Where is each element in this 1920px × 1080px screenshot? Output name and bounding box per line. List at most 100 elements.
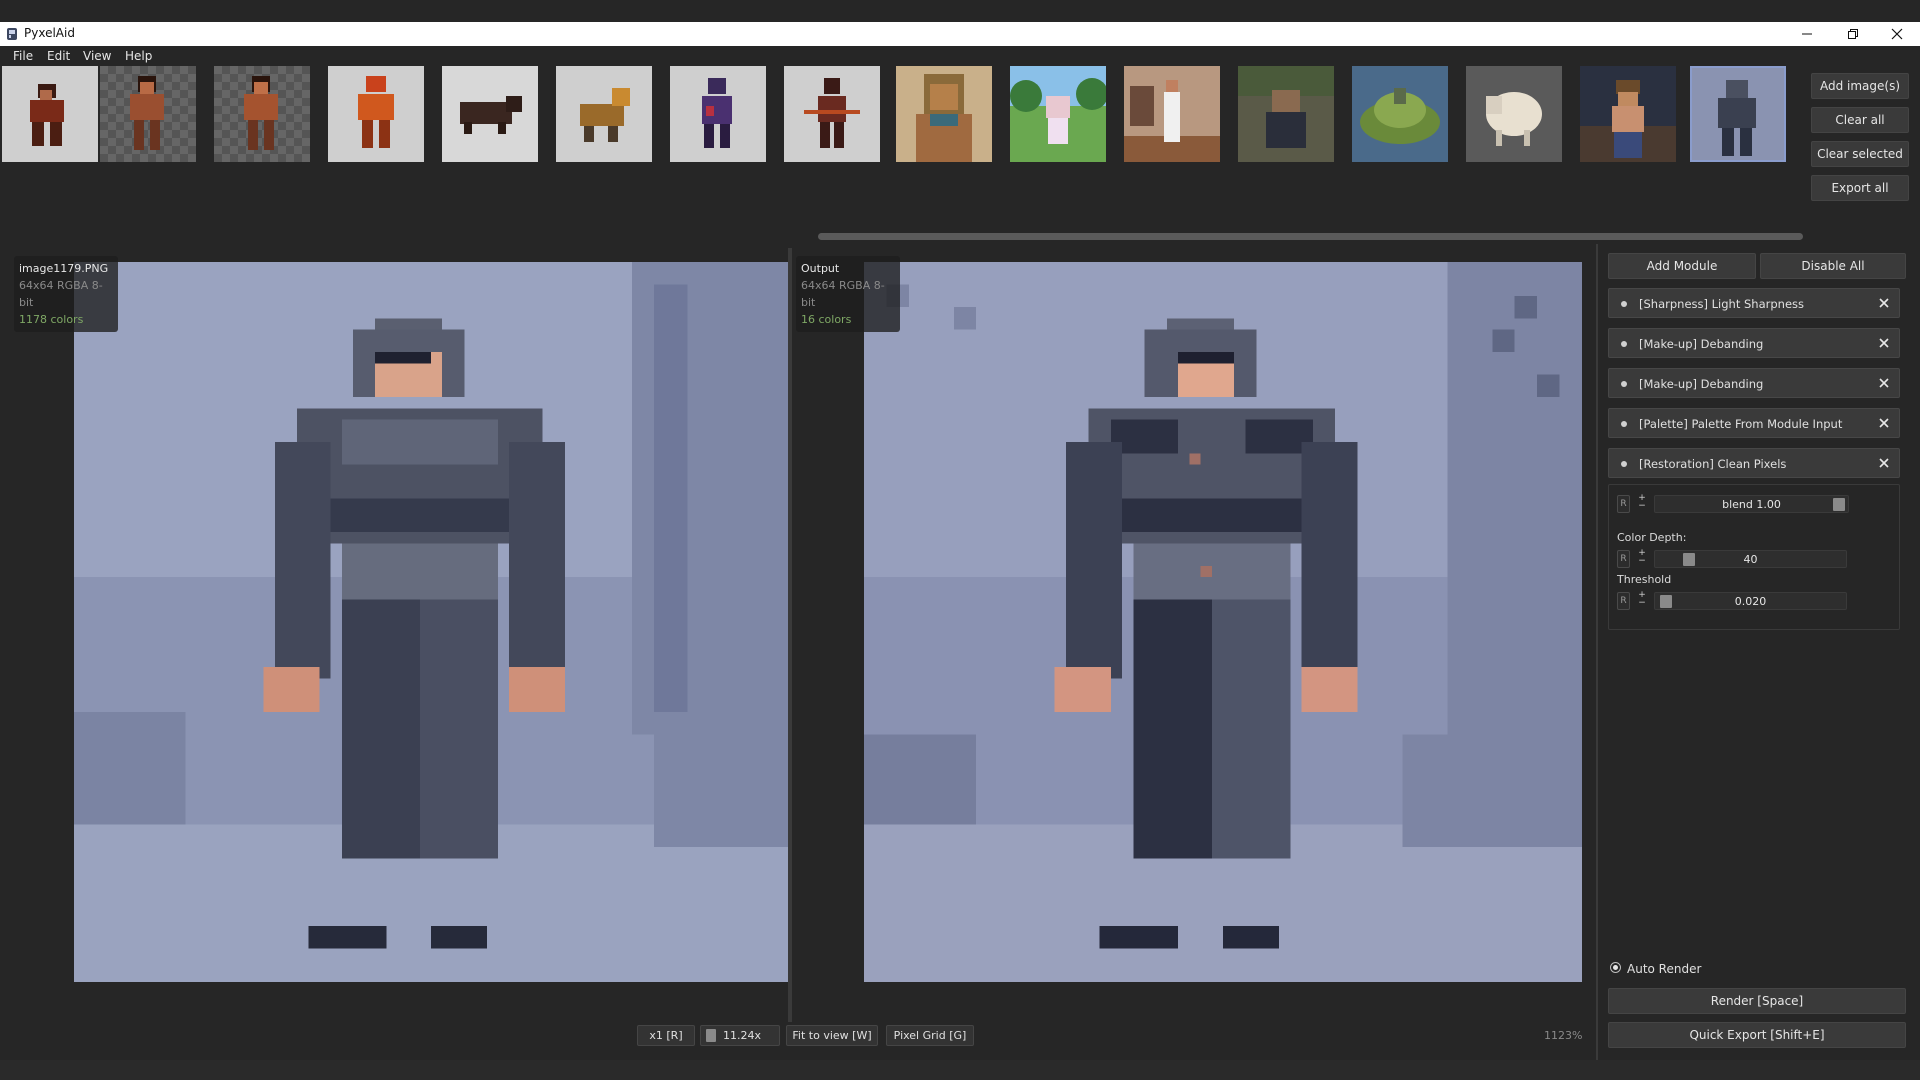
- input-filename: image1179.PNG: [19, 262, 109, 275]
- thumbnail-9[interactable]: [896, 66, 992, 162]
- module-status-dot[interactable]: [1621, 461, 1627, 467]
- auto-render-radio[interactable]: [1610, 962, 1621, 973]
- blend-reset-button[interactable]: R: [1617, 495, 1630, 513]
- input-image-render: [74, 262, 788, 982]
- module-label: [Sharpness] Light Sharpness: [1639, 297, 1805, 311]
- menu-edit[interactable]: Edit: [47, 49, 70, 63]
- threshold-reset-button[interactable]: R: [1617, 592, 1630, 610]
- add-module-button[interactable]: Add Module: [1608, 253, 1756, 279]
- input-image-canvas[interactable]: [74, 262, 788, 982]
- thumbnail-image: [1690, 66, 1786, 162]
- clear-selected-button[interactable]: Clear selected: [1811, 141, 1909, 167]
- viewer-split-handle[interactable]: [788, 248, 792, 1022]
- thumbnail-2[interactable]: [100, 66, 196, 162]
- thumbnail-5[interactable]: [442, 66, 538, 162]
- remove-module-icon[interactable]: [1877, 296, 1891, 310]
- module-label: [Make-up] Debanding: [1639, 337, 1764, 351]
- module-label: [Restoration] Clean Pixels: [1639, 457, 1787, 471]
- panel-divider: [1596, 244, 1598, 1064]
- pixel-grid-button[interactable]: Pixel Grid [G]: [886, 1025, 974, 1046]
- thumbnail-1[interactable]: [2, 66, 98, 162]
- zoom-slider[interactable]: 11.24x: [700, 1025, 780, 1046]
- module-status-dot[interactable]: [1621, 341, 1627, 347]
- thumbnail-strip[interactable]: [0, 66, 1800, 162]
- menu-view[interactable]: View: [83, 49, 111, 63]
- thumbnail-12[interactable]: [1238, 66, 1334, 162]
- thumbnail-sprite: [2, 66, 98, 162]
- threshold-stepper[interactable]: + −: [1636, 591, 1648, 609]
- close-window-button[interactable]: [1874, 22, 1920, 46]
- color-depth-reset-button[interactable]: R: [1617, 550, 1630, 568]
- module-item[interactable]: [Palette] Palette From Module Input: [1608, 408, 1900, 438]
- thumbnail-15[interactable]: [1580, 66, 1676, 162]
- color-depth-slider[interactable]: 40: [1654, 550, 1847, 568]
- thumbnail-sprite: [328, 66, 424, 162]
- module-item[interactable]: [Make-up] Debanding: [1608, 328, 1900, 358]
- color-depth-stepper[interactable]: + −: [1636, 549, 1648, 567]
- thumbnail-7[interactable]: [670, 66, 766, 162]
- module-item[interactable]: [Restoration] Clean Pixels: [1608, 448, 1900, 478]
- input-color-count: 1178 colors: [19, 313, 84, 326]
- remove-module-icon[interactable]: [1877, 376, 1891, 390]
- add-images-button[interactable]: Add image(s): [1811, 73, 1909, 99]
- output-label: Output: [801, 262, 840, 275]
- scale-x1-button[interactable]: x1 [R]: [637, 1025, 695, 1046]
- thumbnail-sprite: [784, 66, 880, 162]
- zoom-percent: 1123%: [1544, 1029, 1583, 1042]
- thumbnail-4[interactable]: [328, 66, 424, 162]
- module-item[interactable]: [Sharpness] Light Sharpness: [1608, 288, 1900, 318]
- thumbnail-6[interactable]: [556, 66, 652, 162]
- thumbnail-image: [1352, 66, 1448, 162]
- output-image-canvas[interactable]: [864, 262, 1582, 982]
- thumbnail-sprite: [244, 76, 278, 150]
- thumbnail-image: [1580, 66, 1676, 162]
- thumbnail-scrollbar-thumb[interactable]: [818, 233, 1803, 240]
- thumbnail-11[interactable]: [1124, 66, 1220, 162]
- blend-slider[interactable]: blend 1.00: [1654, 495, 1849, 513]
- title-bar: PyxelAid: [0, 22, 1920, 46]
- thumbnail-image: [1010, 66, 1106, 162]
- module-status-dot[interactable]: [1621, 421, 1627, 427]
- clear-all-button[interactable]: Clear all: [1811, 107, 1909, 133]
- threshold-value: 0.020: [1734, 595, 1767, 608]
- zoom-slider-value: 11.24x: [723, 1029, 762, 1042]
- thumbnail-13[interactable]: [1352, 66, 1448, 162]
- blend-stepper[interactable]: + −: [1636, 494, 1648, 512]
- blend-value: blend 1.00: [1722, 498, 1781, 511]
- thumbnail-sprite: [670, 66, 766, 162]
- remove-module-icon[interactable]: [1877, 456, 1891, 470]
- menu-file[interactable]: File: [13, 49, 33, 63]
- remove-module-icon[interactable]: [1877, 336, 1891, 350]
- thumbnail-image: [896, 66, 992, 162]
- render-button[interactable]: Render [Space]: [1608, 988, 1906, 1014]
- thumbnail-image: [1238, 66, 1334, 162]
- close-icon: [1891, 28, 1903, 40]
- module-label: [Make-up] Debanding: [1639, 377, 1764, 391]
- color-depth-value: 40: [1743, 553, 1758, 566]
- thumbnail-image: [1124, 66, 1220, 162]
- zoom-slider-knob[interactable]: [706, 1029, 716, 1042]
- output-info-box: Output 64x64 RGBA 8-bit 16 colors: [796, 256, 900, 332]
- minimize-button[interactable]: [1784, 22, 1830, 46]
- quick-export-button[interactable]: Quick Export [Shift+E]: [1608, 1022, 1906, 1048]
- disable-all-button[interactable]: Disable All: [1760, 253, 1906, 279]
- module-status-dot[interactable]: [1621, 381, 1627, 387]
- menu-help[interactable]: Help: [125, 49, 152, 63]
- thumbnail-16-selected[interactable]: [1690, 66, 1786, 162]
- module-item[interactable]: [Make-up] Debanding: [1608, 368, 1900, 398]
- color-depth-label: Color Depth:: [1617, 531, 1687, 544]
- thumbnail-8[interactable]: [784, 66, 880, 162]
- export-all-button[interactable]: Export all: [1811, 175, 1909, 201]
- thumbnail-3[interactable]: [214, 66, 310, 162]
- window-title: PyxelAid: [24, 26, 75, 40]
- fit-to-view-button[interactable]: Fit to view [W]: [786, 1025, 878, 1046]
- thumbnail-image: [1466, 66, 1562, 162]
- restore-button[interactable]: [1830, 22, 1876, 46]
- thumbnail-10[interactable]: [1010, 66, 1106, 162]
- remove-module-icon[interactable]: [1877, 416, 1891, 430]
- threshold-slider[interactable]: 0.020: [1654, 592, 1847, 610]
- module-status-dot[interactable]: [1621, 301, 1627, 307]
- output-image-render: [864, 262, 1582, 982]
- module-label: [Palette] Palette From Module Input: [1639, 417, 1843, 431]
- thumbnail-14[interactable]: [1466, 66, 1562, 162]
